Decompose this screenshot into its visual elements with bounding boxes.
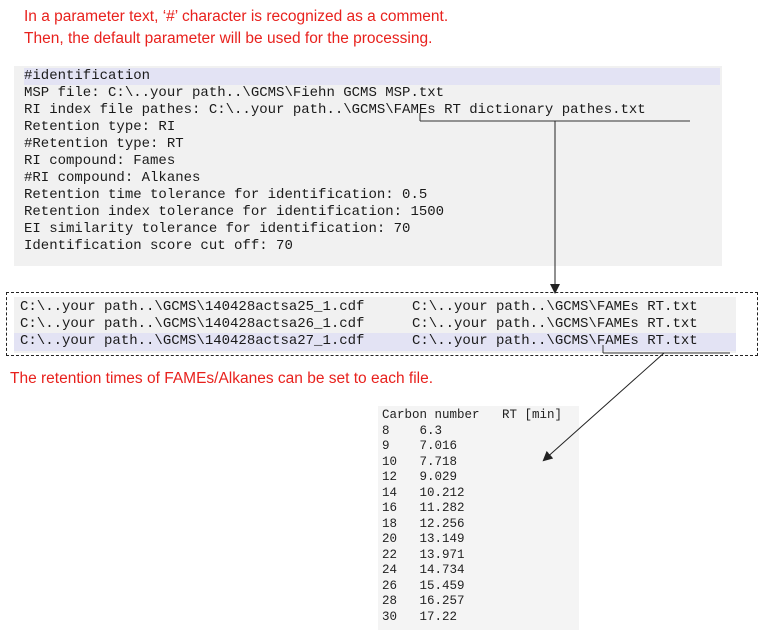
dictionary-row-rt: C:\..your path..\GCMS\FAMEs RT.txt	[412, 333, 698, 349]
param-line: RI compound: Fames	[24, 153, 176, 169]
param-line: Retention type: RI	[24, 119, 176, 135]
param-line: Identification score cut off: 70	[24, 238, 293, 254]
rt-table-row: 9 7.016	[382, 439, 458, 453]
rt-table-header: Carbon number RT [min]	[382, 408, 563, 422]
param-line: Retention time tolerance for identificat…	[24, 187, 428, 203]
parameter-file-box: #identification MSP file: C:\..your path…	[14, 66, 722, 266]
rt-table-row: 16 11.282	[382, 501, 465, 515]
param-line: #RI compound: Alkanes	[24, 170, 201, 186]
param-line: EI similarity tolerance for identificati…	[24, 221, 411, 237]
dictionary-row-cdf: C:\..your path..\GCMS\140428actsa25_1.cd…	[20, 299, 365, 315]
comment-note-line2: Then, the default parameter will be used…	[24, 30, 433, 47]
comment-note-line1: In a parameter text, ‘#’ character is re…	[24, 8, 449, 25]
param-line: #Retention type: RT	[24, 136, 184, 152]
rt-table-row: 18 12.256	[382, 516, 465, 531]
rt-table-row: 14 10.212	[382, 485, 465, 500]
retention-note: The retention times of FAMEs/Alkanes can…	[10, 370, 434, 387]
rt-table-row: 12 9.029	[382, 470, 458, 484]
dictionary-row-cdf: C:\..your path..\GCMS\140428actsa27_1.cd…	[20, 333, 365, 349]
dictionary-row-rt: C:\..your path..\GCMS\FAMEs RT.txt	[412, 299, 698, 315]
rt-table-row: 30 17.22	[382, 609, 458, 624]
param-line: Retention index tolerance for identifica…	[24, 204, 445, 220]
rt-table-row: 8 6.3	[382, 423, 443, 438]
rt-table-row: 22 13.971	[382, 547, 465, 562]
param-line: MSP file: C:\..your path..\GCMS\Fiehn GC…	[24, 85, 445, 101]
rt-table: Carbon number RT [min] 8 6.3 9 7.016 10 …	[378, 406, 579, 630]
rt-table-row: 28 16.257	[382, 594, 465, 608]
dictionary-row-rt: C:\..your path..\GCMS\FAMEs RT.txt	[412, 316, 698, 332]
rt-table-row: 24 14.734	[382, 563, 465, 577]
rt-table-row: 26 15.459	[382, 578, 465, 593]
param-line: RI index file pathes: C:\..your path..\G…	[24, 102, 646, 118]
dictionary-row-cdf: C:\..your path..\GCMS\140428actsa26_1.cd…	[20, 316, 365, 332]
rt-table-row: 20 13.149	[382, 532, 465, 546]
rt-table-row: 10 7.718	[382, 454, 458, 469]
rt-dictionary-file-content: C:\..your path..\GCMS\140428actsa25_1.cd…	[14, 297, 736, 353]
param-line: #identification	[24, 68, 720, 85]
